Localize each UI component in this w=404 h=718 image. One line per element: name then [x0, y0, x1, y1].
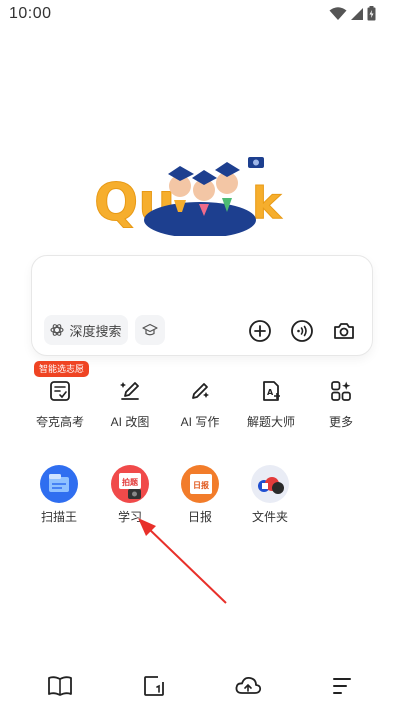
camera-icon[interactable] — [331, 318, 357, 344]
annotation-arrow — [138, 518, 227, 604]
tool-label: AI 写作 — [180, 415, 220, 429]
search-card[interactable]: 深度搜索 — [31, 255, 373, 356]
deep-search-button[interactable]: 深度搜索 — [44, 315, 128, 345]
svg-text:日报: 日报 — [193, 480, 209, 490]
tools-row: 夸克高考 AI 改图 AI 写作 A 解题大师 更多 — [0, 377, 404, 437]
svg-text:拍题: 拍题 — [122, 477, 139, 487]
folder-icon — [251, 465, 289, 503]
svg-text:k: k — [252, 178, 283, 229]
voice-icon[interactable] — [289, 318, 315, 344]
app-folder[interactable]: 文件夹 — [234, 465, 306, 525]
app-label: 日报 — [187, 510, 212, 524]
tool-label: 更多 — [328, 415, 353, 429]
signal-icon — [351, 7, 363, 20]
quark-logo: Qu k — [94, 157, 284, 236]
atom-icon — [50, 324, 65, 336]
status-bar: 10:00 — [0, 0, 404, 28]
ai-edit-image-icon — [116, 377, 144, 405]
solve-icon: A — [257, 377, 285, 405]
apps-row: 扫描王 拍题 学习 日报 日报 文件夹 — [0, 465, 404, 525]
tool-ai-write[interactable]: AI 写作 — [164, 377, 236, 430]
status-icons — [329, 6, 376, 21]
tool-ai-edit-image[interactable]: AI 改图 — [94, 377, 166, 430]
bottom-nav — [0, 664, 404, 704]
study-icon: 拍题 — [111, 465, 149, 503]
tool-label: 解题大师 — [246, 415, 295, 429]
status-time: 10:00 — [9, 5, 52, 22]
menu-icon[interactable] — [328, 672, 356, 700]
college-choice-badge[interactable]: 智能选志愿 — [34, 361, 90, 377]
plus-icon[interactable] — [247, 318, 273, 344]
tool-solve-master[interactable]: A 解题大师 — [235, 377, 307, 430]
app-label: 文件夹 — [251, 510, 288, 524]
battery-icon — [367, 6, 376, 21]
deep-search-label: 深度搜索 — [69, 323, 122, 339]
scanner-icon — [40, 465, 78, 503]
ai-write-icon — [186, 377, 214, 405]
app-scanner[interactable]: 扫描王 — [23, 465, 95, 525]
app-label: 学习 — [117, 510, 142, 524]
tabs-icon[interactable] — [140, 672, 168, 700]
svg-text:A: A — [267, 388, 274, 397]
app-daily[interactable]: 日报 日报 — [164, 465, 236, 525]
daily-icon: 日报 — [181, 465, 219, 503]
exam-icon — [46, 377, 74, 405]
cloud-icon[interactable] — [234, 672, 262, 700]
tool-quark-gaokao[interactable]: 夸克高考 — [24, 377, 96, 430]
tool-more[interactable]: 更多 — [305, 377, 377, 430]
app-label: 扫描王 — [40, 510, 77, 524]
book-icon[interactable] — [46, 672, 74, 700]
app-study[interactable]: 拍题 学习 — [94, 465, 166, 525]
tool-label: 夸克高考 — [35, 415, 84, 429]
more-grid-icon — [327, 377, 355, 405]
study-mode-button[interactable] — [135, 315, 165, 345]
wifi-icon — [329, 6, 347, 20]
tool-label: AI 改图 — [110, 415, 150, 429]
graduation-cap-icon — [142, 323, 158, 336]
